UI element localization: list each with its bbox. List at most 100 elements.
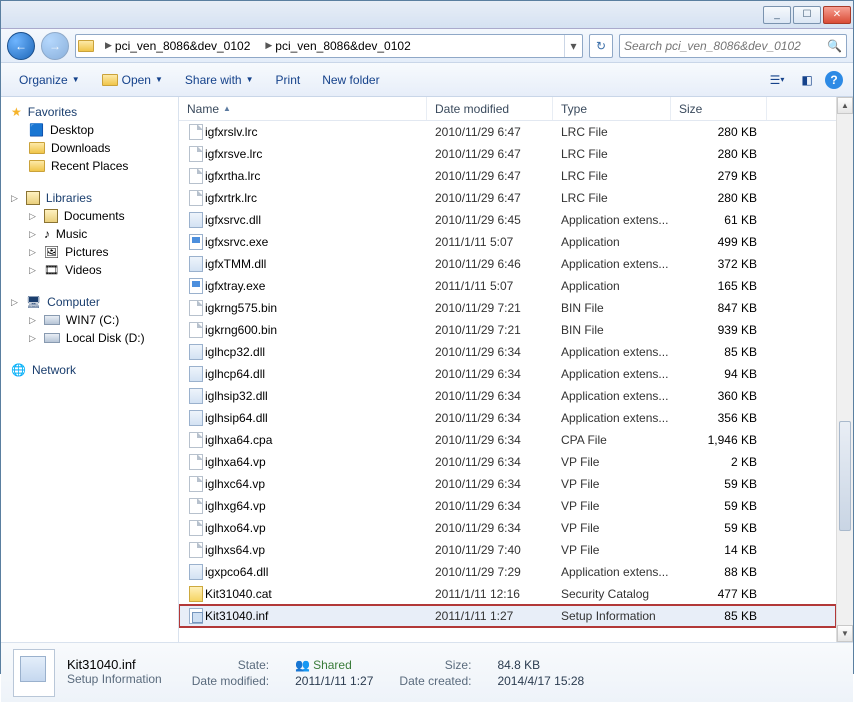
sidebar-item-drive-d[interactable]: ▷Local Disk (D:) xyxy=(1,329,178,347)
print-button[interactable]: Print xyxy=(268,69,309,91)
file-icon xyxy=(187,146,205,162)
column-size[interactable]: Size xyxy=(671,97,767,120)
preview-pane-button[interactable]: ◧ xyxy=(795,69,819,91)
file-icon xyxy=(187,432,205,448)
favorites-header[interactable]: ★Favorites xyxy=(1,103,178,121)
file-name: iglhxg64.vp xyxy=(205,499,435,513)
sidebar-item-downloads[interactable]: Downloads xyxy=(1,139,178,157)
sidebar-item-desktop[interactable]: 🟦Desktop xyxy=(1,121,178,139)
sidebar-item-pictures[interactable]: ▷🖼Pictures xyxy=(1,243,178,261)
file-date: 2010/11/29 6:34 xyxy=(435,521,561,535)
sidebar-item-documents[interactable]: ▷Documents xyxy=(1,207,178,225)
file-type: VP File xyxy=(561,499,679,513)
table-row[interactable]: igfxsrvc.exe2011/1/11 5:07Application499… xyxy=(179,231,836,253)
table-row[interactable]: igxpco64.dll2010/11/29 7:29Application e… xyxy=(179,561,836,583)
music-icon: ♪ xyxy=(44,227,50,241)
computer-icon: 🖥 xyxy=(26,295,41,309)
file-date: 2010/11/29 6:47 xyxy=(435,169,561,183)
file-type: BIN File xyxy=(561,301,679,315)
share-button[interactable]: Share with▼ xyxy=(177,69,262,91)
table-row[interactable]: iglhxs64.vp2010/11/29 7:40VP File14 KB xyxy=(179,539,836,561)
file-size: 61 KB xyxy=(679,213,769,227)
organize-button[interactable]: Organize▼ xyxy=(11,69,88,91)
cat-icon xyxy=(187,586,205,602)
table-row[interactable]: Kit31040.cat2011/1/11 12:16Security Cata… xyxy=(179,583,836,605)
file-name: igfxsrvc.exe xyxy=(205,235,435,249)
table-row[interactable]: igfxTMM.dll2010/11/29 6:46Application ex… xyxy=(179,253,836,275)
table-row[interactable]: iglhsip32.dll2010/11/29 6:34Application … xyxy=(179,385,836,407)
file-type: Application extens... xyxy=(561,367,679,381)
libraries-header[interactable]: ▷Libraries xyxy=(1,189,178,207)
computer-header[interactable]: ▷🖥Computer xyxy=(1,293,178,311)
network-header[interactable]: 🌐Network xyxy=(1,361,178,379)
file-name: iglhsip32.dll xyxy=(205,389,435,403)
toolbar: Organize▼ Open▼ Share with▼ Print New fo… xyxy=(1,63,853,97)
open-button[interactable]: Open▼ xyxy=(94,69,171,91)
scroll-down-button[interactable]: ▼ xyxy=(837,625,853,642)
address-bar[interactable]: ▶pci_ven_8086&dev_0102 ▶pci_ven_8086&dev… xyxy=(75,34,583,58)
address-dropdown[interactable]: ▾ xyxy=(564,35,582,57)
scroll-up-button[interactable]: ▲ xyxy=(837,97,853,114)
table-row[interactable]: iglhxa64.cpa2010/11/29 6:34CPA File1,946… xyxy=(179,429,836,451)
file-size: 280 KB xyxy=(679,125,769,139)
table-row[interactable]: igfxrtha.lrc2010/11/29 6:47LRC File279 K… xyxy=(179,165,836,187)
file-name: igfxtray.exe xyxy=(205,279,435,293)
close-button[interactable]: ✕ xyxy=(823,6,851,24)
refresh-button[interactable]: ↻ xyxy=(589,34,613,58)
table-row[interactable]: iglhxa64.vp2010/11/29 6:34VP File2 KB xyxy=(179,451,836,473)
file-type: LRC File xyxy=(561,147,679,161)
maximize-button[interactable]: ☐ xyxy=(793,6,821,24)
file-date: 2011/1/11 5:07 xyxy=(435,235,561,249)
file-date: 2010/11/29 6:46 xyxy=(435,257,561,271)
file-type: Application extens... xyxy=(561,565,679,579)
search-box[interactable]: 🔍 xyxy=(619,34,847,58)
table-row[interactable]: iglhcp64.dll2010/11/29 6:34Application e… xyxy=(179,363,836,385)
file-size: 847 KB xyxy=(679,301,769,315)
table-row[interactable]: iglhxg64.vp2010/11/29 6:34VP File59 KB xyxy=(179,495,836,517)
sidebar-item-drive-c[interactable]: ▷WIN7 (C:) xyxy=(1,311,178,329)
table-row[interactable]: iglhcp32.dll2010/11/29 6:34Application e… xyxy=(179,341,836,363)
table-row[interactable]: igfxrtrk.lrc2010/11/29 6:47LRC File280 K… xyxy=(179,187,836,209)
table-row[interactable]: igfxrsve.lrc2010/11/29 6:47LRC File280 K… xyxy=(179,143,836,165)
minimize-button[interactable]: _ xyxy=(763,6,791,24)
table-row[interactable]: iglhxo64.vp2010/11/29 6:34VP File59 KB xyxy=(179,517,836,539)
sidebar-item-music[interactable]: ▷♪Music xyxy=(1,225,178,243)
table-row[interactable]: igfxsrvc.dll2010/11/29 6:45Application e… xyxy=(179,209,836,231)
sort-asc-icon: ▲ xyxy=(223,104,231,113)
file-name: iglhsip64.dll xyxy=(205,411,435,425)
file-name: iglhxc64.vp xyxy=(205,477,435,491)
nav-back-button[interactable]: ← xyxy=(7,32,35,60)
search-input[interactable] xyxy=(624,39,827,53)
file-icon xyxy=(187,190,205,206)
column-date[interactable]: Date modified xyxy=(427,97,553,120)
table-row[interactable]: igkrng575.bin2010/11/29 7:21BIN File847 … xyxy=(179,297,836,319)
help-button[interactable]: ? xyxy=(825,71,843,89)
scrollbar[interactable]: ▲ ▼ xyxy=(836,97,853,642)
details-pane: Kit31040.inf Setup Information State: 👥S… xyxy=(1,642,853,702)
table-row[interactable]: iglhxc64.vp2010/11/29 6:34VP File59 KB xyxy=(179,473,836,495)
file-icon xyxy=(187,520,205,536)
scroll-track[interactable] xyxy=(837,114,853,625)
dll-icon xyxy=(187,366,205,382)
table-row[interactable]: Kit31040.inf2011/1/11 1:27Setup Informat… xyxy=(179,605,836,627)
file-type: Application extens... xyxy=(561,257,679,271)
scroll-thumb[interactable] xyxy=(839,421,851,531)
column-name[interactable]: Name▲ xyxy=(179,97,427,120)
new-folder-button[interactable]: New folder xyxy=(314,69,387,91)
table-row[interactable]: iglhsip64.dll2010/11/29 6:34Application … xyxy=(179,407,836,429)
table-row[interactable]: igfxrslv.lrc2010/11/29 6:47LRC File280 K… xyxy=(179,121,836,143)
view-options-button[interactable]: ☰▾ xyxy=(765,69,789,91)
nav-forward-button[interactable]: → xyxy=(41,32,69,60)
folder-icon xyxy=(29,160,45,172)
file-name: Kit31040.inf xyxy=(205,609,435,623)
file-size: 939 KB xyxy=(679,323,769,337)
file-icon xyxy=(187,476,205,492)
file-name: igfxrtrk.lrc xyxy=(205,191,435,205)
file-size: 165 KB xyxy=(679,279,769,293)
table-row[interactable]: igfxtray.exe2011/1/11 5:07Application165… xyxy=(179,275,836,297)
sidebar-item-videos[interactable]: ▷🎞Videos xyxy=(1,261,178,279)
table-row[interactable]: igkrng600.bin2010/11/29 7:21BIN File939 … xyxy=(179,319,836,341)
file-date: 2010/11/29 6:34 xyxy=(435,499,561,513)
column-type[interactable]: Type xyxy=(553,97,671,120)
sidebar-item-recent[interactable]: Recent Places xyxy=(1,157,178,175)
